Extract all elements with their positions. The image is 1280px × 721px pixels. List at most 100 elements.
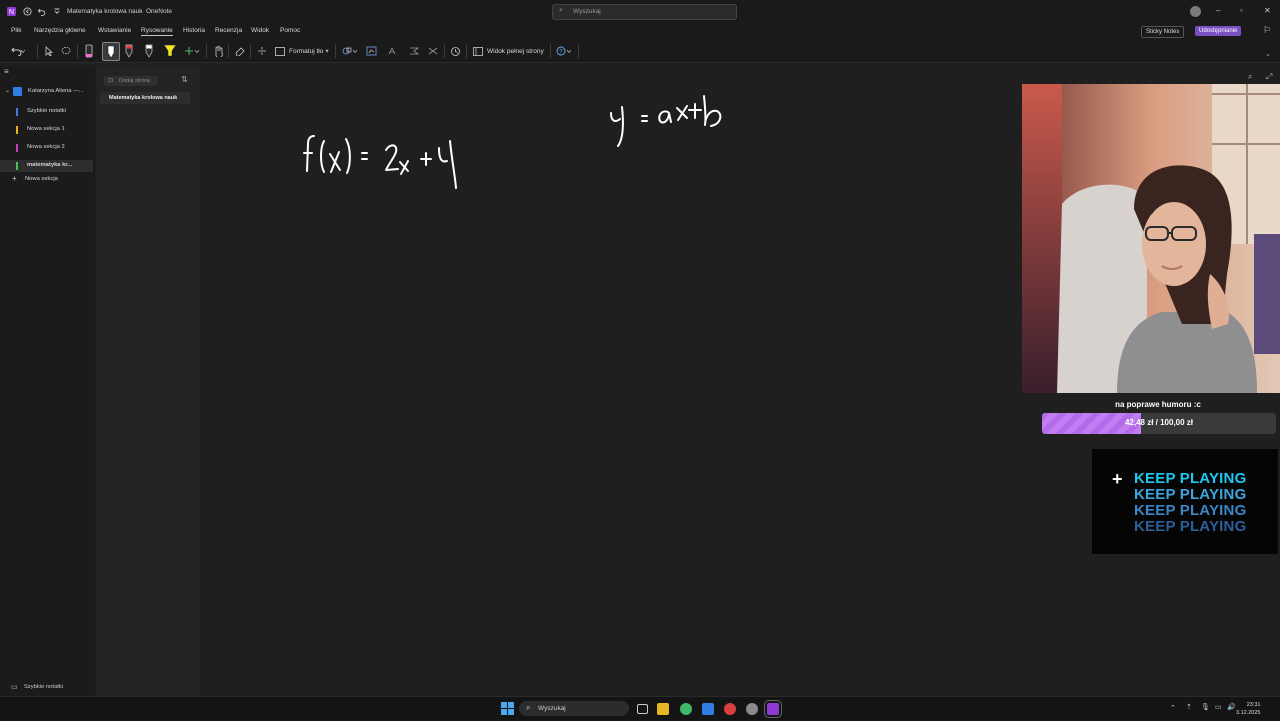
search-icon: ⌕ [559, 7, 563, 14]
help-icon[interactable]: ? [556, 45, 574, 57]
notebook-label: Katarzyna Aliena —... [28, 88, 84, 94]
full-page-view-button[interactable]: Widok pełnej strony [473, 45, 544, 57]
taskbar-search[interactable]: ⌕ Wyszukaj [519, 701, 629, 716]
lasso-icon[interactable] [61, 45, 71, 57]
task-view-icon[interactable] [637, 704, 648, 714]
menu-history[interactable]: Historia [183, 27, 205, 34]
sticky-notes-button[interactable]: Sticky Notes [1141, 26, 1185, 38]
webcam-overlay [1022, 84, 1280, 393]
keep-playing-line-4: KEEP PLAYING [1134, 518, 1247, 535]
ink-to-math-icon[interactable] [409, 45, 420, 57]
quick-access-dropdown-icon[interactable] [52, 6, 62, 16]
section-item-nowa-sekcja-2[interactable]: Nowa sekcja 2 [0, 142, 93, 154]
undo-title-icon[interactable] [36, 6, 46, 16]
navigation-pane: ≡ ⌄ Katarzyna Aliena —... Szybkie notatk… [0, 66, 95, 696]
app-gray-icon[interactable] [746, 703, 758, 715]
format-background-button[interactable]: Formatuj tło ▾ [275, 45, 329, 57]
title-bar: N Matematyka krolowa nauk - OneNote ⌕ Wy… [0, 0, 1280, 24]
plus-icon: + [12, 174, 17, 183]
new-section-button[interactable]: + Nowa sekcja [0, 174, 93, 186]
close-icon[interactable]: ✕ [1264, 6, 1271, 15]
menu-insert[interactable]: Wstawianie [98, 27, 131, 34]
add-pen-icon[interactable] [184, 45, 200, 57]
ink-stroke-2[interactable] [605, 91, 735, 151]
title-search-box[interactable]: ⌕ Wyszukaj [552, 4, 737, 20]
sort-icon[interactable]: ⇅ [181, 75, 188, 84]
pen-red-icon[interactable] [124, 44, 134, 58]
ink-replay-icon[interactable] [450, 45, 461, 57]
share-button[interactable]: Udostępnianie [1195, 26, 1242, 36]
chevron-down-icon: ⌄ [5, 88, 11, 94]
section-item-szybkie-notatki[interactable]: Szybkie notatki [0, 106, 93, 118]
insert-space-icon[interactable] [257, 45, 267, 57]
highlighter-icon[interactable] [163, 44, 177, 57]
add-page-label: Dodaj stronę [119, 78, 151, 84]
file-explorer-icon[interactable] [657, 703, 669, 715]
menu-review[interactable]: Recenzja [215, 27, 242, 34]
menu-help[interactable]: Pomoc [280, 27, 300, 34]
hamburger-icon[interactable]: ≡ [4, 67, 9, 76]
add-page-button[interactable]: ⊡ Dodaj stronę [104, 76, 158, 86]
clock[interactable]: 23:31 3.12.2025 [1236, 701, 1260, 717]
minimize-icon[interactable]: – [1216, 6, 1220, 15]
avatar[interactable] [1190, 6, 1201, 17]
onenote-app-icon: N [6, 6, 16, 16]
chrome-icon[interactable] [680, 703, 692, 715]
keep-playing-line-1: KEEP PLAYING [1134, 470, 1247, 487]
eraser-icon[interactable] [235, 45, 245, 57]
section-label: Nowa sekcja 1 [27, 126, 65, 132]
clock-time: 23:31 [1246, 702, 1261, 708]
quick-notes-footer[interactable]: ▭ Szybkie notatki [0, 680, 95, 696]
section-item-nowa-sekcja-1[interactable]: Nowa sekcja 1 [0, 124, 93, 136]
ink-stroke-1[interactable] [300, 126, 470, 196]
back-icon[interactable] [22, 6, 32, 16]
menu-view[interactable]: Widok [251, 27, 269, 34]
menu-home[interactable]: Narzędzia główne [34, 27, 86, 34]
menu-plik[interactable]: Plik [11, 27, 21, 34]
format-background-label: Formatuj tło [289, 47, 324, 55]
feedback-icon[interactable]: ⚐ [1263, 25, 1271, 36]
svg-text:N: N [9, 9, 14, 16]
tray-upload-icon[interactable]: ⇡ [1186, 703, 1192, 711]
math-icon[interactable] [428, 45, 439, 57]
pen-dark-icon[interactable] [144, 44, 154, 58]
full-page-view-label: Widok pełnej strony [487, 47, 544, 55]
tray-network-icon[interactable]: ▭ [1215, 703, 1222, 711]
keep-playing-line-3: KEEP PLAYING [1134, 502, 1247, 519]
page-item[interactable]: Matematyka krolowa nauk [100, 92, 190, 104]
windows-start-icon[interactable] [501, 702, 514, 715]
menu-bar: Plik Narzędzia główne Wstawianie Rysowan… [0, 24, 1280, 38]
page-list-pane: ⊡ Dodaj stronę ⇅ Matematyka krolowa nauk [96, 66, 200, 696]
goal-title: na poprawe humoru :c [1115, 400, 1201, 409]
section-item-matematyka[interactable]: matematyka kr... [0, 160, 93, 172]
canvas-search-icon[interactable]: ⌕ [1248, 72, 1252, 82]
menu-draw[interactable]: Rysowanie [141, 27, 173, 36]
add-page-icon: ⊡ [108, 78, 114, 84]
shapes-icon[interactable] [342, 45, 358, 57]
section-label: Szybkie notatki [27, 108, 66, 114]
tray-mic-icon[interactable]: 🎙 [1201, 703, 1210, 711]
select-tool-icon[interactable] [44, 45, 53, 57]
quick-notes-label: Szybkie notatki [24, 684, 63, 690]
app-red-icon[interactable] [724, 703, 736, 715]
ink-to-text-icon[interactable] [388, 45, 399, 57]
pen-white-icon[interactable] [102, 42, 120, 61]
undo-icon[interactable] [11, 45, 25, 57]
title-search-placeholder: Wyszukaj [573, 8, 601, 15]
restore-icon[interactable]: ▫ [1240, 6, 1243, 15]
pen-black-icon[interactable] [84, 44, 94, 58]
tray-chevron-icon[interactable]: ⌃ [1170, 704, 1176, 712]
ribbon-collapse-icon[interactable]: ⌄ [1265, 50, 1271, 58]
section-label: matematyka kr... [27, 162, 73, 168]
keep-playing-line-2: KEEP PLAYING [1134, 486, 1247, 503]
ink-to-shape-icon[interactable] [366, 45, 377, 57]
plus-icon: + [1112, 469, 1123, 489]
onenote-taskbar-icon[interactable] [764, 700, 782, 718]
pan-hand-icon[interactable] [213, 45, 223, 57]
notebook-item[interactable]: ⌄ Katarzyna Aliena —... [0, 86, 93, 98]
app-blue-icon[interactable] [702, 703, 714, 715]
section-label: Nowa sekcja 2 [27, 144, 65, 150]
taskbar: ⌕ Wyszukaj ⌃ ⇡ 🎙 ▭ 🔊 23:31 3.12.2025 [0, 696, 1280, 721]
tray-volume-icon[interactable]: 🔊 [1227, 703, 1236, 711]
expand-icon[interactable]: ⤢ [1266, 72, 1272, 82]
